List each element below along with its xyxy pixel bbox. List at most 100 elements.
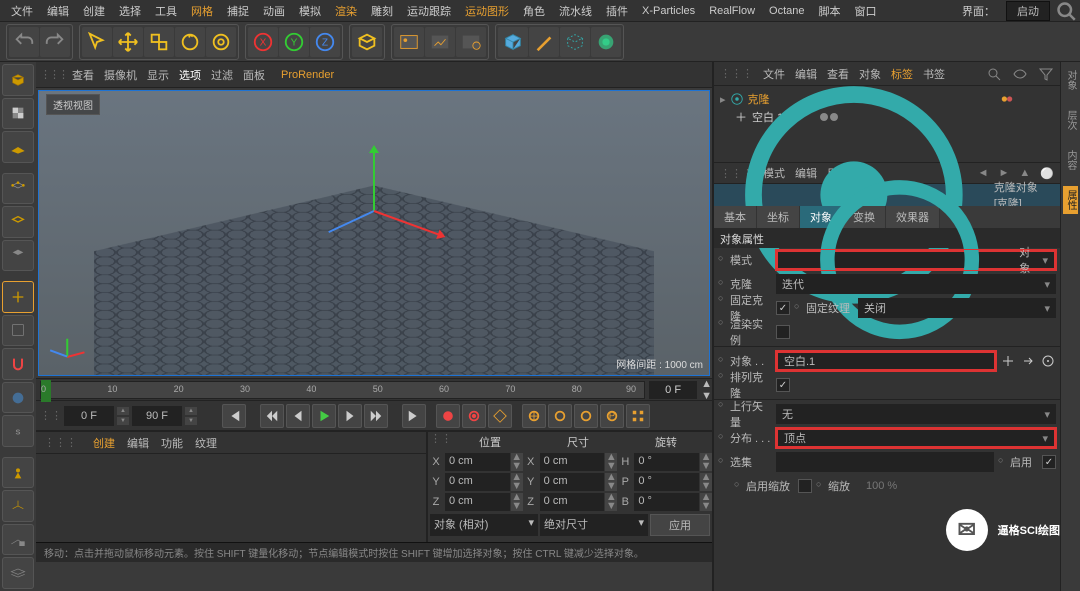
render-view[interactable] bbox=[394, 27, 424, 57]
menu-item[interactable]: 网格 bbox=[184, 3, 220, 19]
pos-z-field[interactable]: 0 cm bbox=[445, 493, 510, 511]
key-param-button[interactable]: P bbox=[600, 404, 624, 428]
coord-system[interactable] bbox=[352, 27, 382, 57]
keyframe-sel-button[interactable] bbox=[488, 404, 512, 428]
record-button[interactable] bbox=[436, 404, 460, 428]
range-end-field[interactable]: 90 F bbox=[132, 406, 182, 426]
slim-tab[interactable]: 属性 bbox=[1063, 186, 1078, 214]
menu-item[interactable]: 动画 bbox=[256, 3, 292, 19]
upvector-dropdown[interactable]: 无 bbox=[776, 404, 1056, 424]
frame-spinner[interactable]: ▲▼ bbox=[701, 378, 712, 402]
menu-item[interactable]: RealFlow bbox=[702, 5, 762, 17]
menu-item[interactable]: 模拟 bbox=[292, 3, 328, 19]
menu-item[interactable]: 渲染 bbox=[328, 3, 364, 19]
vp-menu-item[interactable]: 面板 bbox=[243, 67, 265, 83]
perspective-viewport[interactable]: 网格间距 : 1000 cm bbox=[38, 90, 710, 376]
viewport-solo[interactable] bbox=[2, 315, 34, 347]
menu-item[interactable]: 选择 bbox=[112, 3, 148, 19]
render-settings[interactable] bbox=[456, 27, 486, 57]
edge-mode[interactable] bbox=[2, 206, 34, 238]
layer-icon[interactable] bbox=[2, 557, 34, 589]
menu-item[interactable]: X-Particles bbox=[635, 5, 702, 17]
menu-item[interactable]: 运动图形 bbox=[458, 3, 516, 19]
play-button[interactable] bbox=[312, 404, 336, 428]
fix-texture-dropdown[interactable]: 关闭 bbox=[858, 298, 1056, 318]
rot-p-field[interactable]: 0 ° bbox=[634, 473, 699, 491]
menu-item[interactable]: 文件 bbox=[4, 3, 40, 19]
target-icon[interactable] bbox=[1040, 353, 1056, 369]
menu-item[interactable]: 流水线 bbox=[552, 3, 599, 19]
soft-select[interactable] bbox=[2, 382, 34, 414]
arrow-right-icon[interactable] bbox=[1020, 353, 1036, 369]
x-axis-lock[interactable]: X bbox=[248, 27, 278, 57]
menu-item[interactable]: 插件 bbox=[599, 3, 635, 19]
vp-menu-item[interactable]: 摄像机 bbox=[104, 67, 137, 83]
next-key-button[interactable] bbox=[364, 404, 388, 428]
render-pv[interactable] bbox=[425, 27, 455, 57]
enable-checkbox[interactable] bbox=[1042, 455, 1056, 469]
menu-item[interactable]: 脚本 bbox=[812, 3, 848, 19]
size-z-field[interactable]: 0 cm bbox=[540, 493, 605, 511]
tab-basic[interactable]: 基本 bbox=[714, 206, 757, 228]
menu-item[interactable]: 编辑 bbox=[40, 3, 76, 19]
render-instance-checkbox[interactable] bbox=[776, 325, 790, 339]
prev-frame-button[interactable] bbox=[286, 404, 310, 428]
menu-item[interactable]: 运动跟踪 bbox=[400, 3, 458, 19]
size-x-field[interactable]: 0 cm bbox=[540, 453, 605, 471]
point-mode[interactable] bbox=[2, 173, 34, 205]
search-icon[interactable] bbox=[986, 66, 1002, 82]
lock-icon[interactable]: ⚪ bbox=[1040, 167, 1054, 180]
slim-tab[interactable]: 内容 bbox=[1063, 146, 1078, 174]
vp-menu-item[interactable]: 选项 bbox=[179, 67, 201, 83]
apply-button[interactable]: 应用 bbox=[650, 514, 710, 536]
distribution-dropdown[interactable]: 顶点 bbox=[776, 428, 1056, 448]
undo-button[interactable] bbox=[9, 27, 39, 57]
menu-item[interactable]: 角色 bbox=[516, 3, 552, 19]
key-pla-button[interactable] bbox=[626, 404, 650, 428]
pos-x-field[interactable]: 0 cm bbox=[445, 453, 510, 471]
key-rot-button[interactable] bbox=[574, 404, 598, 428]
size-mode-dropdown[interactable]: 绝对尺寸▾ bbox=[540, 514, 648, 536]
model-mode[interactable] bbox=[2, 64, 34, 96]
panel-grip-icon[interactable]: ⋮⋮⋮ bbox=[40, 68, 62, 81]
timeline-ruler[interactable]: 0 10 20 30 40 50 60 70 80 90 0 F ▲▼ bbox=[36, 378, 712, 400]
enable-scale-checkbox[interactable] bbox=[798, 479, 812, 493]
filter-icon[interactable] bbox=[1038, 66, 1054, 82]
selection-field[interactable] bbox=[776, 452, 994, 472]
mode-dropdown[interactable]: 对象 bbox=[776, 250, 1056, 270]
next-frame-button[interactable] bbox=[338, 404, 362, 428]
vp-menu-item[interactable]: 显示 bbox=[147, 67, 169, 83]
workplane-mode[interactable] bbox=[2, 131, 34, 163]
rotate-tool[interactable] bbox=[175, 27, 205, 57]
prev-key-button[interactable] bbox=[260, 404, 284, 428]
current-frame-field[interactable]: 0 F bbox=[649, 381, 697, 399]
key-scale-button[interactable] bbox=[548, 404, 572, 428]
move-tool[interactable] bbox=[113, 27, 143, 57]
rot-b-field[interactable]: 0 ° bbox=[634, 493, 699, 511]
generator[interactable] bbox=[560, 27, 590, 57]
search-icon[interactable] bbox=[1056, 1, 1076, 21]
clone-dropdown[interactable]: 迭代 bbox=[776, 274, 1056, 294]
z-axis-lock[interactable]: Z bbox=[310, 27, 340, 57]
nav-up-icon[interactable]: ▲ bbox=[1019, 167, 1030, 179]
axis-mode[interactable] bbox=[2, 281, 34, 313]
redo-button[interactable] bbox=[40, 27, 70, 57]
scale-tool[interactable] bbox=[144, 27, 174, 57]
null-pick-icon[interactable] bbox=[1000, 353, 1016, 369]
fix-clone-checkbox[interactable] bbox=[776, 301, 790, 315]
tag-icon[interactable] bbox=[1000, 92, 1014, 106]
autokey-button[interactable] bbox=[462, 404, 486, 428]
mat-menu-item[interactable]: 编辑 bbox=[127, 435, 149, 451]
poly-mode[interactable] bbox=[2, 240, 34, 272]
spinner[interactable]: ▲▼ bbox=[116, 406, 130, 426]
eye-icon[interactable] bbox=[1012, 66, 1028, 82]
gizmo-y-axis[interactable] bbox=[373, 151, 375, 211]
y-axis-lock[interactable]: Y bbox=[279, 27, 309, 57]
normal-mode[interactable] bbox=[2, 490, 34, 522]
menu-item[interactable]: 创建 bbox=[76, 3, 112, 19]
size-y-field[interactable]: 0 cm bbox=[540, 473, 605, 491]
slim-tab[interactable]: 层次 bbox=[1063, 106, 1078, 134]
arrange-checkbox[interactable] bbox=[776, 378, 790, 392]
symmetry-icon[interactable]: S bbox=[2, 415, 34, 447]
menu-item[interactable]: 雕刻 bbox=[364, 3, 400, 19]
